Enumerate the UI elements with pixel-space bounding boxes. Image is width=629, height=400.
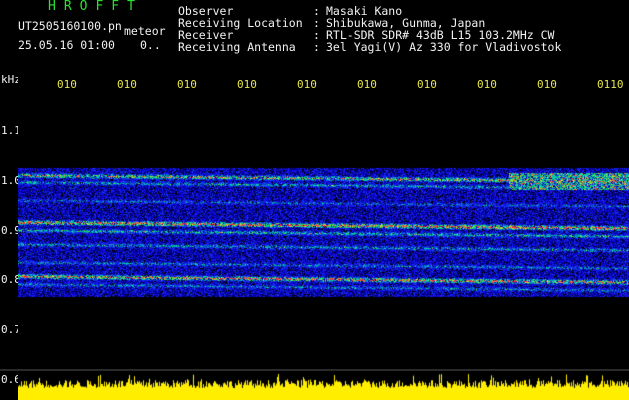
- antenna-label: Receiving Antenna: [178, 40, 296, 54]
- time-tick-label: 010: [57, 78, 77, 91]
- time-tick-label: 010: [297, 78, 317, 91]
- meteor-label: meteor: [124, 24, 166, 38]
- time-tick-label: 010: [237, 78, 257, 91]
- antenna-colon: :: [313, 40, 320, 54]
- meteor-count: 0..: [140, 38, 161, 52]
- brand-title: HROFFT: [48, 0, 143, 14]
- time-tick-label: 010: [177, 78, 197, 91]
- time-tick-label: 010: [537, 78, 557, 91]
- header-panel: HROFFT UT2505160100.pn meteor 25.05.16 0…: [0, 0, 629, 64]
- spectrogram: [18, 72, 629, 400]
- time-tick-label: 010: [357, 78, 377, 91]
- time-tick-label: 010: [417, 78, 437, 91]
- antenna-value: 3el Yagi(V) Az 330 for Vladivostok: [326, 40, 562, 54]
- time-tick-label: 0110: [597, 78, 624, 91]
- time-tick-label: 010: [477, 78, 497, 91]
- time-tick-label: 010: [117, 78, 137, 91]
- filename-label: UT2505160100.pn: [18, 19, 122, 33]
- baseline-separator: [0, 369, 629, 371]
- spectrogram-canvas: [18, 72, 629, 400]
- datetime-label: 25.05.16 01:00: [18, 38, 115, 52]
